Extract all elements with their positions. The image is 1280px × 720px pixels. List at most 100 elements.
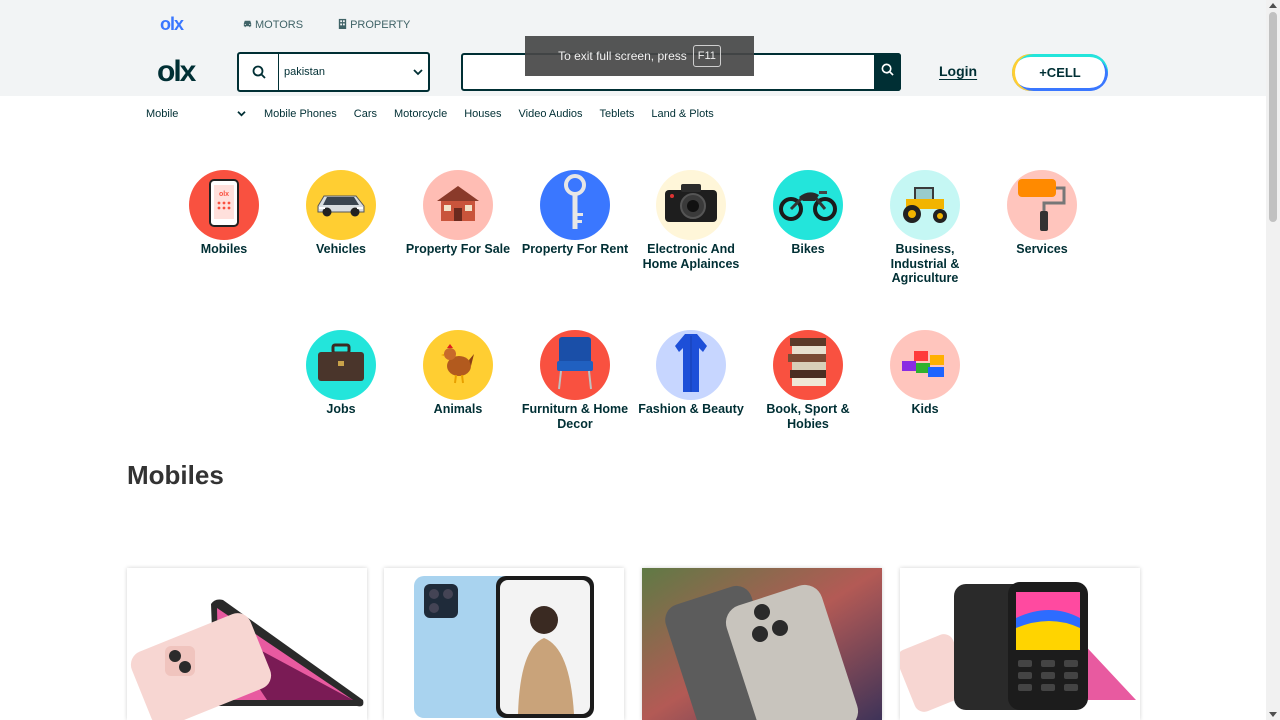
product-card[interactable] <box>127 568 367 720</box>
books-icon <box>786 334 830 397</box>
login-link[interactable]: Login <box>939 63 977 79</box>
category-circle <box>890 330 960 400</box>
scroll-down-icon[interactable] <box>1269 712 1277 717</box>
category-link-video-audios[interactable]: Video Audios <box>519 108 583 120</box>
category-link-land-plots[interactable]: Land & Plots <box>651 108 713 120</box>
category-circle <box>1007 170 1077 240</box>
category-circle <box>773 170 843 240</box>
motors-label: MOTORS <box>255 18 304 31</box>
category-select[interactable]: Mobile <box>146 108 246 120</box>
category-label: Kids <box>911 402 939 416</box>
category-link-mobile-phones[interactable]: Mobile Phones <box>264 108 337 120</box>
category-label: Services <box>1016 242 1068 256</box>
category-circle <box>890 170 960 240</box>
scrollbar-thumb[interactable] <box>1269 12 1277 222</box>
toy-blocks-icon <box>900 345 950 386</box>
search-icon <box>239 54 279 90</box>
category-label: Furniturn & Home Decor <box>521 402 629 431</box>
category-label: Property For Rent <box>521 242 629 256</box>
category-tile-books[interactable]: Book, Sport & Hobies <box>753 330 863 431</box>
category-circle <box>540 170 610 240</box>
category-link-motorcycle[interactable]: Motorcycle <box>394 108 447 120</box>
key-icon <box>562 173 588 238</box>
product-image <box>900 568 1140 720</box>
category-tile-bikes[interactable]: Bikes <box>753 170 863 257</box>
category-tile-fashion[interactable]: Fashion & Beauty <box>636 330 746 417</box>
camera-icon <box>663 182 719 229</box>
toast-text: To exit full screen, press <box>558 49 687 63</box>
olx-logo[interactable]: olx <box>157 56 196 88</box>
category-circle <box>540 330 610 400</box>
category-circle: olx <box>189 170 259 240</box>
category-label: Electronic And Home Aplainces <box>642 242 740 271</box>
hen-icon <box>441 342 475 389</box>
paint-roller-icon <box>1014 173 1070 238</box>
category-tile-kids[interactable]: Kids <box>870 330 980 417</box>
product-image <box>384 568 624 720</box>
fullscreen-toast: To exit full screen, press F11 <box>525 36 754 76</box>
chevron-down-icon <box>237 108 246 120</box>
product-card[interactable] <box>900 568 1140 720</box>
category-tile-services[interactable]: Services <box>987 170 1097 257</box>
category-tile-animals[interactable]: Animals <box>403 330 513 417</box>
category-circle <box>306 330 376 400</box>
tractor-icon <box>896 181 954 230</box>
property-link[interactable]: PROPERTY <box>337 18 410 32</box>
house-icon <box>433 183 483 228</box>
category-circle <box>306 170 376 240</box>
motorcycle-icon <box>779 185 837 226</box>
category-circle <box>423 330 493 400</box>
building-icon <box>337 18 348 32</box>
category-label: Mobiles <box>200 242 248 256</box>
chair-icon <box>553 335 597 396</box>
svg-text:olx: olx <box>219 191 229 198</box>
product-image <box>642 568 882 720</box>
category-tile-business[interactable]: Business, Industrial & Agriculture <box>870 170 980 286</box>
category-circle <box>773 330 843 400</box>
category-label: Jobs <box>326 402 356 416</box>
car-icon <box>314 188 368 223</box>
category-label: Book, Sport & Hobies <box>766 402 850 431</box>
search-button[interactable] <box>874 53 901 91</box>
search-icon <box>881 63 894 81</box>
category-label: Business, Industrial & Agriculture <box>890 242 960 285</box>
category-label: Fashion & Beauty <box>638 402 744 416</box>
category-bar: Mobile Mobile Phones Cars Motorcycle Hou… <box>146 108 714 120</box>
category-link-houses[interactable]: Houses <box>464 108 501 120</box>
page-scrollbar[interactable] <box>1266 0 1280 720</box>
category-label: Animals <box>433 402 483 416</box>
category-link-cars[interactable]: Cars <box>354 108 377 120</box>
category-label: Vehicles <box>315 242 367 256</box>
category-tile-electronics[interactable]: Electronic And Home Aplainces <box>636 170 746 271</box>
product-card[interactable] <box>384 568 624 720</box>
top-links: olx MOTORS PROPERTY <box>160 14 410 35</box>
toast-key: F11 <box>692 45 721 67</box>
location-select[interactable]: pakistan <box>237 52 430 92</box>
property-label: PROPERTY <box>350 18 411 31</box>
category-label: Property For Sale <box>405 242 511 256</box>
category-label: Bikes <box>791 242 825 256</box>
category-circle <box>656 170 726 240</box>
scroll-up-icon[interactable] <box>1269 3 1277 8</box>
category-tile-vehicles[interactable]: Vehicles <box>286 170 396 257</box>
location-value: pakistan <box>284 66 325 78</box>
category-tile-jobs[interactable]: Jobs <box>286 330 396 417</box>
dress-icon <box>671 332 711 399</box>
car-icon <box>242 18 253 32</box>
mobile-phone-icon: olx <box>209 178 239 232</box>
chevron-down-icon <box>408 68 428 76</box>
category-tile-property-for-sale[interactable]: Property For Sale <box>403 170 513 257</box>
sell-button[interactable]: +CELL <box>1012 54 1108 91</box>
product-image <box>127 568 367 720</box>
motors-link[interactable]: MOTORS <box>242 18 303 32</box>
category-tile-furniture[interactable]: Furniturn & Home Decor <box>520 330 630 431</box>
category-circle <box>423 170 493 240</box>
category-tile-mobiles[interactable]: olx Mobiles <box>169 170 279 257</box>
category-link-teblets[interactable]: Teblets <box>600 108 635 120</box>
section-title: Mobiles <box>127 460 224 490</box>
briefcase-icon <box>316 343 366 388</box>
product-card[interactable] <box>642 568 882 720</box>
category-tile-property-for-rent[interactable]: Property For Rent <box>520 170 630 257</box>
olx-logo-small[interactable]: olx <box>160 14 190 35</box>
category-circle <box>656 330 726 400</box>
